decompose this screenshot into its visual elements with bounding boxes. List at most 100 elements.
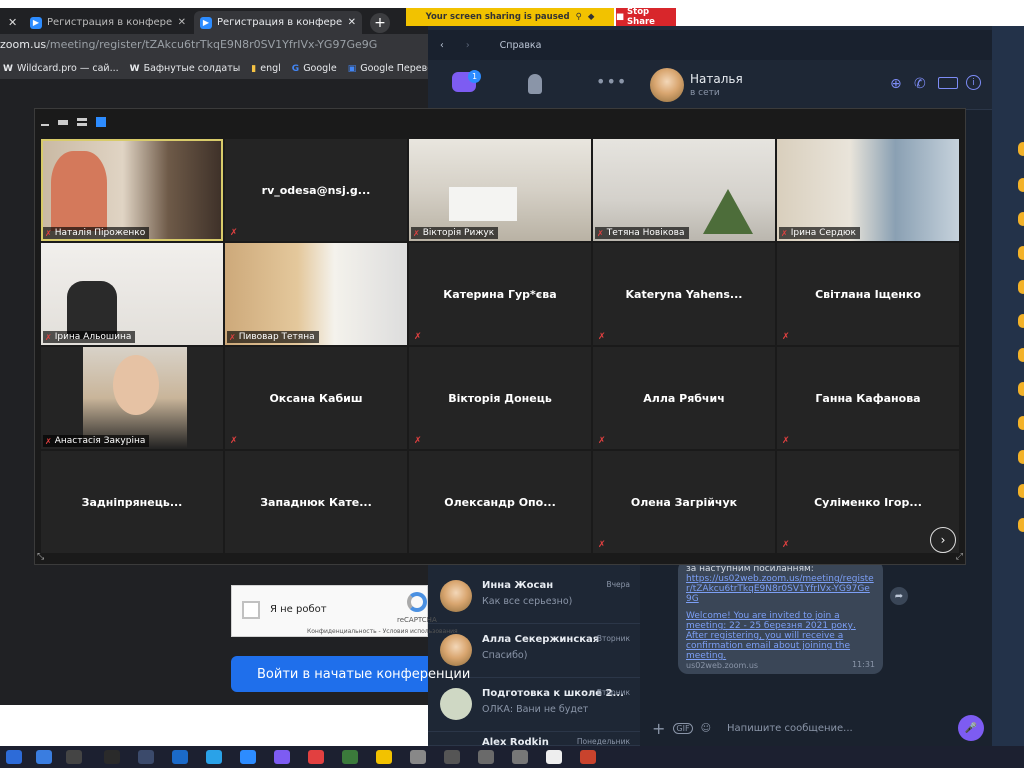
strip-view-icon[interactable]: [77, 118, 87, 126]
app-icon[interactable]: [478, 750, 494, 764]
mail-icon[interactable]: [36, 750, 52, 764]
app-icon[interactable]: [342, 750, 358, 764]
close-icon[interactable]: ✕: [348, 17, 356, 28]
bookmark-wildcard[interactable]: W Wildcard.pro — сай...: [3, 63, 119, 74]
url-path: /meeting/register/tZAkcu6trTkqE9N8r0SV1Y…: [46, 38, 378, 51]
name-tile[interactable]: Kateryna Yahens... ✗: [593, 243, 775, 345]
app-icon[interactable]: [512, 750, 528, 764]
bookmarks-bar: W Wildcard.pro — сай... W Бафнутые солдаты…: [0, 58, 457, 80]
name-tile[interactable]: Світлана Іщенко ✗: [777, 243, 959, 345]
more-icon[interactable]: •••: [596, 72, 627, 91]
chat-item-school[interactable]: Подготовка к школе 2... ОЛКА: Вани не бу…: [428, 678, 640, 732]
sticker-icon[interactable]: ☺: [701, 723, 711, 734]
browser-tab[interactable]: ▶ Регистрация в конференции - Z ✕: [24, 11, 192, 34]
speaker-view-icon[interactable]: [58, 119, 68, 125]
app-icon[interactable]: [444, 750, 460, 764]
name-tile[interactable]: Западнюк Кате...: [225, 451, 407, 553]
name-tile[interactable]: rv_odesa@nsj.g... ✗: [225, 139, 407, 241]
viber-icon[interactable]: [274, 750, 290, 764]
chat-time: Понедельник: [576, 737, 630, 746]
participant-name: Наталія Піроженко: [54, 228, 146, 238]
video-tile[interactable]: ✗ Наталія Піроженко: [41, 139, 223, 241]
muted-mic-icon: ✗: [229, 332, 236, 342]
avatar[interactable]: [650, 68, 684, 102]
message-link[interactable]: https://us02web.zoom.us/meeting/register…: [686, 574, 875, 604]
name-tile[interactable]: Ганна Кафанова ✗: [777, 347, 959, 449]
close-icon[interactable]: ✕: [178, 17, 186, 28]
participant-name: rv_odesa@nsj.g...: [261, 183, 371, 197]
zoom-gallery-window: ✗ Наталія Піроженко rv_odesa@nsj.g... ✗ ✗…: [34, 108, 966, 565]
name-tile[interactable]: Олена Загрійчук ✗: [593, 451, 775, 553]
name-tile[interactable]: Оксана Кабиш ✗: [225, 347, 407, 449]
resize-handle-icon[interactable]: ⤢: [956, 552, 963, 562]
zoom-icon[interactable]: [240, 750, 256, 764]
participant-name: Катерина Гур*єва: [443, 287, 557, 301]
name-tile[interactable]: Алла Рябчич ✗: [593, 347, 775, 449]
video-tile[interactable]: ✗ Вікторія Рижук: [409, 139, 591, 241]
address-bar[interactable]: zoom.us/meeting/register/tZAkcu6trTkqE9N…: [0, 34, 428, 58]
video-tile[interactable]: ✗ Тетяна Новікова: [593, 139, 775, 241]
add-participant-icon[interactable]: ⊕: [890, 76, 902, 92]
video-tile[interactable]: ✗ Ірина Альошина: [41, 243, 223, 345]
telegram-icon[interactable]: [206, 750, 222, 764]
next-page-button[interactable]: ›: [930, 527, 956, 553]
name-tile[interactable]: Вікторія Донець ✗: [409, 347, 591, 449]
stop-share-button[interactable]: ■ Stop Share: [616, 7, 676, 27]
info-icon[interactable]: i: [966, 75, 981, 90]
link-domain: us02web.zoom.us: [686, 661, 759, 670]
chat-item-alex[interactable]: Alex Rodkin Понедельник: [428, 732, 640, 746]
mic-icon[interactable]: ⚲: [576, 12, 582, 22]
video-call-icon[interactable]: [938, 77, 958, 89]
muted-mic-icon: ✗: [598, 540, 606, 550]
muted-mic-icon: ✗: [597, 228, 604, 238]
translate-icon: ▣: [347, 63, 357, 74]
participant-name: Ірина Сердюк: [790, 228, 856, 238]
contacts-icon[interactable]: [528, 74, 542, 94]
browser-tab-active[interactable]: ▶ Регистрация в конференции - Z ✕: [194, 11, 362, 34]
search-icon[interactable]: [172, 750, 188, 764]
steam-icon[interactable]: [138, 750, 154, 764]
folder-icon[interactable]: [376, 750, 392, 764]
name-tile[interactable]: Катерина Гур*єва ✗: [409, 243, 591, 345]
chrome-icon[interactable]: [546, 750, 562, 764]
name-tile[interactable]: Олександр Опо...: [409, 451, 591, 553]
app-icon[interactable]: [66, 750, 82, 764]
chat-item-inna[interactable]: Инна Жосан Как все серьезно) Вчера: [428, 570, 640, 624]
app-icon[interactable]: [580, 750, 596, 764]
start-icon[interactable]: [6, 750, 22, 764]
plus-icon[interactable]: +: [652, 719, 665, 738]
video-tile[interactable]: ✗ Анастасія Закуріна: [41, 347, 223, 449]
message-link-preview[interactable]: Welcome! You are invited to join a meeti…: [686, 611, 875, 661]
bookmark-engl[interactable]: ▮ engl: [251, 63, 281, 74]
avatar: [440, 634, 472, 666]
app-icon[interactable]: [308, 750, 324, 764]
back-icon[interactable]: ‹: [440, 40, 444, 51]
app-icon[interactable]: [410, 750, 426, 764]
minimize-icon[interactable]: [41, 124, 49, 126]
name-tile[interactable]: Задніпрянець...: [41, 451, 223, 553]
participant-label: ✗ Пивовар Тетяна: [227, 331, 319, 343]
forward-message-icon[interactable]: ➦: [890, 587, 908, 605]
microphone-icon[interactable]: 🎤: [958, 715, 984, 741]
menu-help[interactable]: Справка: [500, 40, 542, 51]
join-button[interactable]: Войти в начатые конференции: [231, 656, 470, 692]
forward-icon[interactable]: ›: [466, 40, 470, 51]
unread-badge: 1: [468, 70, 481, 83]
new-tab-button[interactable]: +: [370, 13, 390, 33]
resize-handle-icon[interactable]: ⤡: [37, 552, 44, 562]
epic-games-icon[interactable]: [104, 750, 120, 764]
bookmark-google[interactable]: G Google: [292, 63, 337, 74]
participant-video: [449, 187, 517, 221]
video-tile[interactable]: ✗ Ірина Сердюк: [777, 139, 959, 241]
captcha-terms[interactable]: Конфиденциальность - Условия использован…: [307, 628, 458, 635]
bookmark-soldiers[interactable]: W Бафнутые солдаты: [130, 63, 241, 74]
captcha-checkbox[interactable]: [242, 601, 260, 619]
message-time: 11:31: [851, 660, 875, 669]
message-input[interactable]: Напишите сообщение...: [727, 723, 958, 734]
phone-icon[interactable]: ✆: [914, 76, 926, 92]
gif-icon[interactable]: GIF: [673, 722, 693, 734]
video-tile[interactable]: ✗ Пивовар Тетяна: [225, 243, 407, 345]
gallery-view-icon[interactable]: [96, 117, 106, 127]
participant-name: Олександр Опо...: [444, 495, 556, 509]
close-icon[interactable]: ✕: [8, 16, 17, 29]
